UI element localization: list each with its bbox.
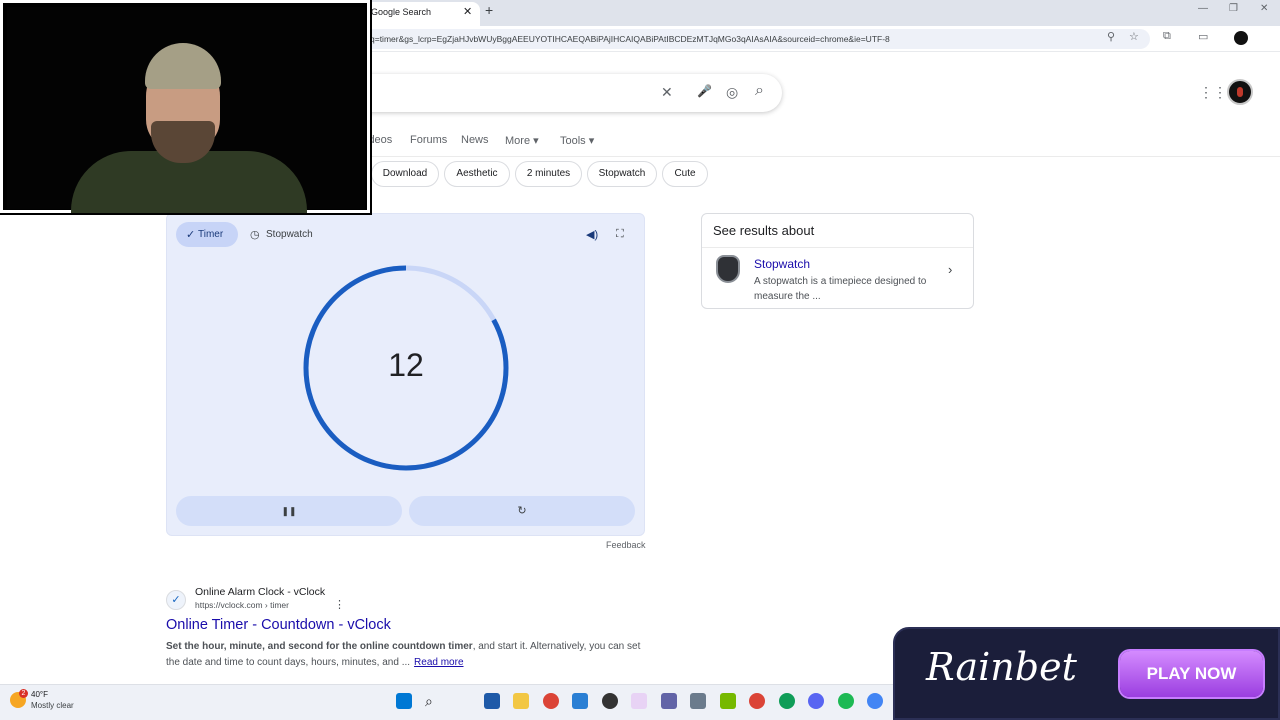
check-icon: ✓ — [186, 229, 196, 241]
account-avatar[interactable] — [1227, 79, 1253, 105]
chip-2-minutes[interactable]: 2 minutes — [515, 161, 582, 187]
webcam-overlay — [0, 0, 372, 215]
taskbar-spotify-icon[interactable] — [838, 693, 854, 709]
pause-button[interactable]: ❚❚ — [176, 496, 402, 526]
taskbar-slack-icon[interactable] — [631, 693, 647, 709]
fullscreen-icon[interactable]: ⛶ — [616, 228, 624, 241]
nav-forums[interactable]: Forums — [410, 134, 447, 146]
stopwatch-thumbnail[interactable] — [716, 255, 740, 283]
knowledge-panel-divider — [702, 247, 973, 248]
address-url[interactable]: q=timer&gs_lcrp=EgZjaHJvbWUyBggAEEUYOTIH… — [370, 34, 1110, 44]
zoom-icon[interactable]: ⚲ — [1107, 30, 1115, 43]
nav-more[interactable]: More ▾ — [505, 134, 539, 147]
weather-condition: Mostly clear — [31, 701, 74, 710]
result-site-name[interactable]: Online Alarm Clock - vClock — [195, 586, 325, 598]
result-url[interactable]: https://vclock.com › timer — [195, 600, 289, 610]
taskbar-app-icon[interactable] — [572, 693, 588, 709]
taskbar-discord-icon[interactable] — [808, 693, 824, 709]
side-panel-icon[interactable]: ▭ — [1198, 30, 1208, 43]
reset-button[interactable]: ↻ — [409, 496, 635, 526]
new-tab-button[interactable]: + — [485, 2, 493, 18]
result-snippet-bold: Set the hour, minute, and second for the… — [166, 641, 473, 652]
browser-profile-avatar[interactable] — [1234, 31, 1248, 45]
taskbar-chrome-3-icon[interactable] — [779, 693, 795, 709]
reset-icon: ↻ — [517, 505, 527, 517]
result-favicon[interactable]: ✓ — [166, 590, 186, 610]
microphone-icon[interactable]: 🎤 — [697, 84, 712, 98]
lens-icon[interactable]: ◎ — [726, 84, 738, 101]
read-more-link[interactable]: Read more — [414, 657, 463, 668]
rainbet-logo: Rainbet — [926, 645, 1077, 689]
taskbar-settings-icon[interactable] — [690, 693, 706, 709]
nav-divider — [330, 156, 1280, 157]
result-title[interactable]: Online Timer - Countdown - vClock — [166, 617, 391, 633]
chip-stopwatch[interactable]: Stopwatch — [587, 161, 657, 187]
close-window-icon[interactable]: ✕ — [1260, 3, 1268, 14]
clock-icon: ◷ — [250, 229, 260, 241]
play-now-button[interactable]: PLAY NOW — [1120, 651, 1263, 697]
chevron-right-icon[interactable]: › — [948, 262, 952, 277]
search-icon[interactable]: ⌕ — [755, 82, 764, 100]
taskbar-chrome-icon[interactable] — [543, 693, 559, 709]
chip-aesthetic[interactable]: Aesthetic — [444, 161, 510, 187]
tab-stopwatch[interactable]: Stopwatch — [266, 229, 313, 240]
result-more-icon[interactable]: ⋮ — [334, 598, 345, 611]
browser-tab[interactable]: Google Search ✕ — [362, 2, 480, 26]
minimize-icon[interactable]: — — [1198, 3, 1208, 14]
taskbar-chrome-4-icon[interactable] — [867, 693, 883, 709]
chip-cute[interactable]: Cute — [662, 161, 708, 187]
weather-temperature: 40°F — [31, 690, 48, 699]
restore-icon[interactable]: ❐ — [1229, 3, 1238, 14]
bookmark-star-icon[interactable]: ☆ — [1129, 30, 1139, 43]
volume-icon[interactable]: ◀) — [586, 228, 598, 241]
knowledge-panel-heading: See results about — [713, 223, 815, 238]
taskbar-store-icon[interactable] — [484, 693, 500, 709]
nav-news[interactable]: News — [461, 134, 489, 146]
avatar-figure — [1237, 87, 1243, 97]
nav-tools[interactable]: Tools ▾ — [560, 134, 594, 147]
tab-title: Google Search — [371, 7, 432, 17]
taskbar-chrome-2-icon[interactable] — [749, 693, 765, 709]
chip-download[interactable]: Download — [371, 161, 439, 187]
feedback-link[interactable]: Feedback — [606, 540, 646, 550]
pause-icon: ❚❚ — [281, 506, 297, 516]
result-snippet: Set the hour, minute, and second for the… — [166, 639, 646, 671]
address-bar[interactable]: q=timer&gs_lcrp=EgZjaHJvbWUyBggAEEUYOTIH… — [330, 29, 1150, 49]
taskbar-obs-icon[interactable] — [602, 693, 618, 709]
taskbar-nvidia-icon[interactable] — [720, 693, 736, 709]
clear-search-icon[interactable]: ✕ — [661, 84, 673, 101]
timer-value: 12 — [388, 347, 424, 383]
taskbar-folder-icon[interactable] — [513, 693, 529, 709]
screen: Google Search ✕ + — ❐ ✕ q=timer&gs_lcrp=… — [0, 0, 1280, 720]
taskbar-search-icon[interactable]: ⌕ — [425, 693, 441, 709]
start-icon[interactable] — [396, 693, 412, 709]
tab-close-icon[interactable]: ✕ — [463, 5, 472, 18]
taskbar-teams-icon[interactable] — [661, 693, 677, 709]
knowledge-panel-link[interactable]: Stopwatch — [754, 257, 810, 271]
weather-badge: 2 — [19, 689, 28, 698]
extensions-icon[interactable]: ⧉ — [1163, 30, 1171, 43]
knowledge-panel-description: A stopwatch is a timepiece designed to m… — [754, 276, 927, 302]
